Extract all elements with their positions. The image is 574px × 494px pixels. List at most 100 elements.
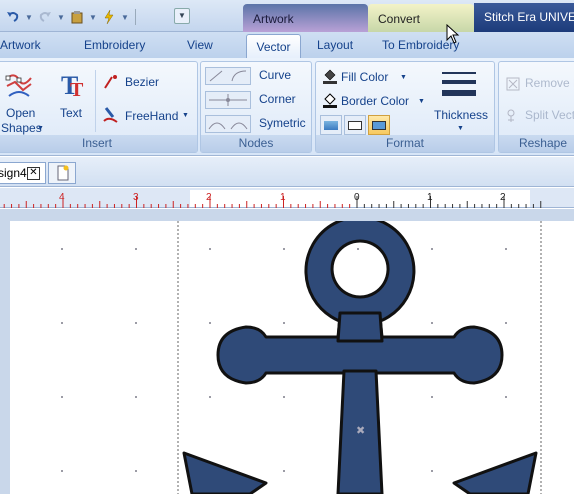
symmetric-button[interactable]: Symetric	[203, 114, 307, 134]
grid-dot	[505, 248, 507, 250]
group-reshape: Remove H Split Vect Reshape	[498, 61, 574, 153]
curve-button[interactable]: Curve	[203, 66, 307, 86]
border-color-label: Border Color	[341, 94, 410, 108]
freehand-caret-icon: ▼	[182, 112, 189, 119]
insert-separator	[95, 70, 96, 132]
undo-dropdown-icon[interactable]: ▼	[24, 8, 34, 26]
group-nodes: Curve Corner Symetric Nodes	[200, 61, 312, 153]
lightning-icon[interactable]	[100, 8, 118, 26]
grid-dot	[135, 396, 137, 398]
bezier-icon	[104, 75, 117, 89]
ruler-label: 3	[133, 192, 139, 203]
ruler-label: 1	[427, 192, 433, 203]
thickness-button[interactable]: Thickness ▼	[428, 66, 492, 136]
thickness-caret-icon: ▼	[457, 125, 464, 132]
grid-dot	[135, 470, 137, 472]
split-vector-icon	[507, 109, 515, 122]
grid-dot	[61, 396, 63, 398]
text-label: Text	[60, 106, 83, 120]
remove-label: Remove H	[525, 76, 574, 90]
grid-dot	[431, 470, 433, 472]
fill-color-icon	[323, 69, 337, 84]
canvas-area: ✖	[0, 209, 574, 494]
fill-color-button[interactable]: Fill Color ▼	[322, 67, 422, 87]
filled-outline-style-button[interactable]	[368, 115, 390, 135]
fill-color-caret-icon: ▼	[400, 74, 407, 81]
design-canvas[interactable]: ✖	[10, 221, 574, 494]
freehand-button[interactable]: FreeHand ▼	[103, 105, 195, 125]
anchor-neck	[336, 311, 384, 343]
thickness-icon	[442, 72, 476, 96]
qat-separator	[135, 9, 136, 25]
new-document-button[interactable]	[48, 162, 76, 184]
app-title: Stitch Era UNIVERSAL	[474, 3, 574, 32]
document-tab-bar: sign4 ✕	[0, 157, 574, 187]
open-shapes-caret-icon: ▼	[37, 125, 44, 132]
new-document-icon	[57, 165, 69, 181]
open-shapes-label-1: Open	[6, 106, 36, 120]
freehand-label: FreeHand	[125, 109, 179, 123]
grid-dot	[209, 248, 211, 250]
horizontal-ruler[interactable]: 4 3 2 1 0 1 2	[0, 188, 574, 208]
ribbon-tab-row: Artwork Embroidery View Vector Layout To…	[0, 32, 574, 60]
open-shapes-icon	[5, 74, 32, 97]
ruler-ticks	[3, 196, 542, 208]
document-tab-label: sign4	[0, 166, 27, 180]
close-document-icon[interactable]: ✕	[27, 167, 40, 180]
bezier-button[interactable]: Bezier	[103, 72, 183, 92]
tab-vector[interactable]: Vector	[246, 34, 301, 60]
text-button[interactable]: T T Text	[53, 66, 93, 122]
outline-style-icon	[348, 120, 362, 130]
grid-dot	[357, 248, 359, 250]
context-tab-artwork[interactable]: Artwork	[243, 4, 368, 32]
tab-layout[interactable]: Layout	[317, 38, 353, 52]
curve-label: Curve	[259, 68, 292, 82]
grid-dot	[135, 322, 137, 324]
text-tool-icon: T T	[61, 71, 84, 100]
grid-dot	[431, 322, 433, 324]
document-tab[interactable]: sign4 ✕	[0, 162, 46, 184]
tab-view[interactable]: View	[187, 38, 213, 52]
split-vector-label: Split Vect	[525, 108, 574, 122]
outline-style-button[interactable]	[344, 115, 366, 135]
grid-dot	[61, 248, 63, 250]
clipboard-icon[interactable]	[68, 8, 86, 26]
mouse-cursor-icon	[446, 24, 460, 44]
freehand-icon	[103, 107, 118, 123]
grid-dot	[283, 248, 285, 250]
grid-dot	[209, 322, 211, 324]
group-label-nodes: Nodes	[201, 135, 311, 152]
ruler-label: 0	[354, 192, 360, 203]
tab-artwork[interactable]: Artwork	[0, 38, 41, 52]
open-shapes-label-2: Shapes	[1, 121, 42, 135]
redo-dropdown-icon[interactable]: ▼	[56, 8, 66, 26]
grid-dot	[283, 322, 285, 324]
lightning-dropdown-icon[interactable]: ▼	[120, 8, 130, 26]
group-label-reshape: Reshape	[499, 135, 574, 152]
title-bar: ▼ ▼ ▼ ▼ ▼ Artwork Convert Stitch Era UNI…	[0, 0, 574, 32]
remove-button[interactable]: Remove H	[505, 74, 574, 94]
tab-embroidery[interactable]: Embroidery	[84, 38, 145, 52]
customize-qat-icon[interactable]: ▼	[174, 8, 190, 24]
clipboard-dropdown-icon[interactable]: ▼	[88, 8, 98, 26]
open-shapes-button[interactable]: Open Shapes ▼	[0, 66, 44, 135]
border-color-caret-icon: ▼	[418, 98, 425, 105]
filled-style-button[interactable]	[320, 115, 342, 135]
fill-color-label: Fill Color	[341, 70, 389, 84]
group-insert: Open Shapes ▼ T T Text Bezier FreeHand ▼…	[0, 61, 198, 153]
grid-dot	[135, 248, 137, 250]
grid-dot	[431, 248, 433, 250]
ruler-label: 4	[59, 192, 65, 203]
corner-button[interactable]: Corner	[203, 90, 307, 110]
ruler-label: 2	[206, 192, 212, 203]
symmetric-label: Symetric	[259, 116, 306, 130]
ruler-label: 1	[280, 192, 286, 203]
border-color-button[interactable]: Border Color ▼	[322, 91, 426, 111]
group-label-insert: Insert	[0, 135, 197, 152]
redo-icon[interactable]	[36, 8, 54, 26]
grid-dot	[283, 470, 285, 472]
anchor-right-fluke	[452, 451, 538, 494]
undo-icon[interactable]	[4, 8, 22, 26]
corner-label: Corner	[259, 92, 296, 106]
split-vector-button[interactable]: Split Vect	[505, 106, 574, 126]
